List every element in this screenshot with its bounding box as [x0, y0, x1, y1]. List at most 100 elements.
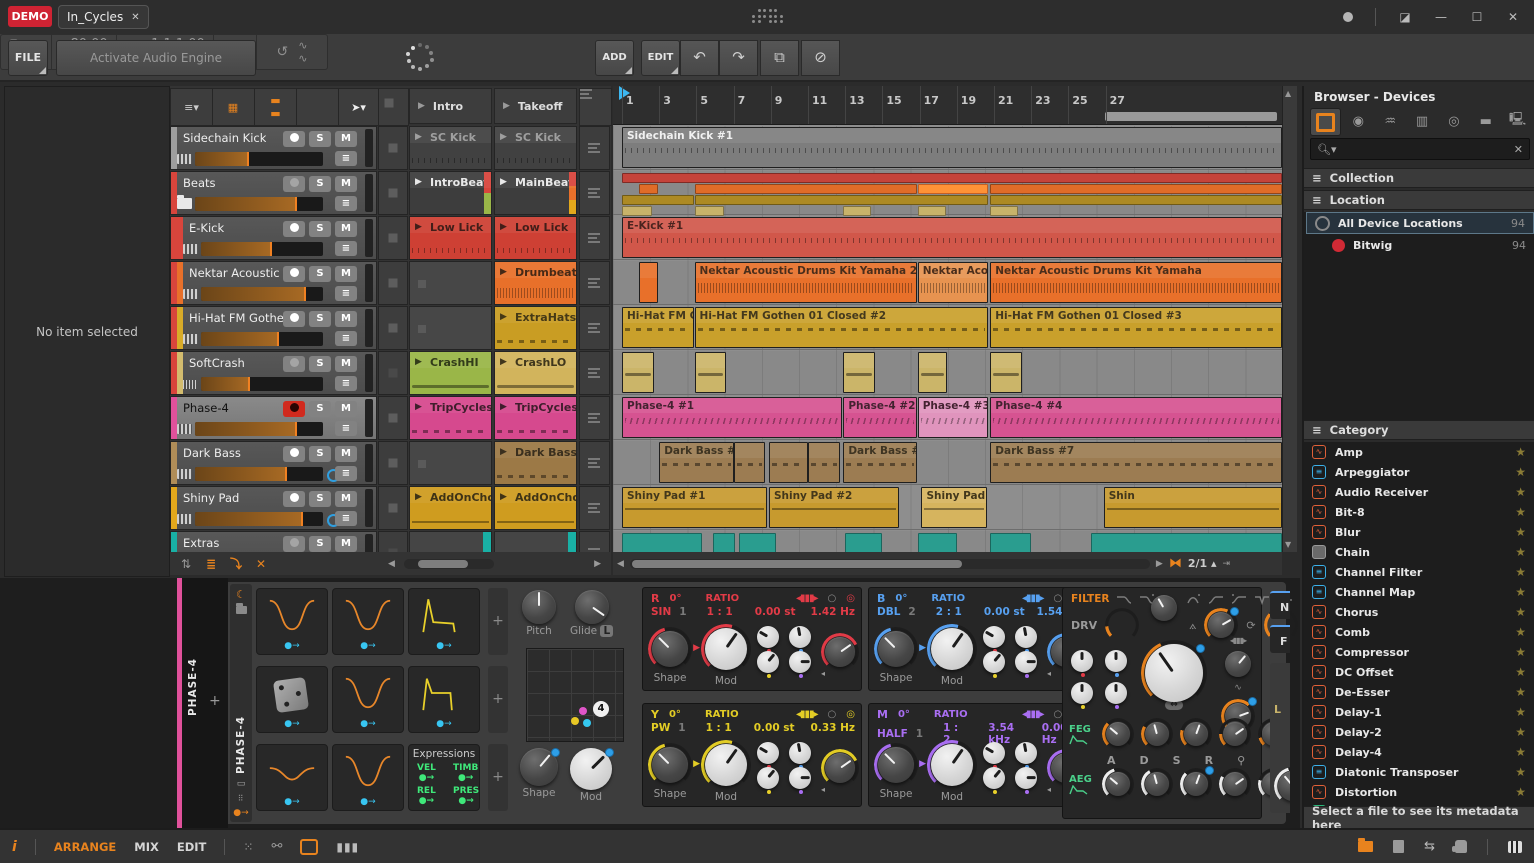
mod-route-dot[interactable]	[551, 748, 560, 757]
project-tab[interactable]: In_Cycles ✕	[58, 5, 149, 29]
launcher-hscrollbar[interactable]	[404, 559, 494, 569]
track-name[interactable]: Sidechain Kick	[183, 131, 266, 145]
op-matrix-knob[interactable]	[983, 626, 1005, 648]
filter-matrix-knob[interactable]	[1105, 650, 1127, 672]
arranger-clip[interactable]: Nektar Acoustic Drums Kit Yamaha 2 #2	[695, 262, 917, 303]
scroll-down-icon[interactable]: ▼	[1285, 540, 1291, 549]
mute-button[interactable]: M	[335, 311, 357, 327]
keytrack-icon[interactable]: ◂▮▮▮▸	[796, 593, 818, 604]
op-matrix-knob[interactable]	[1015, 742, 1037, 764]
volume-fader[interactable]	[195, 152, 323, 166]
clip-slot[interactable]: ▶SC Kick	[409, 126, 492, 170]
scene-alt-cell[interactable]	[579, 171, 610, 215]
group-lane-segment[interactable]	[695, 206, 725, 216]
link-scroll-icon[interactable]: ⧓	[1169, 556, 1182, 571]
filter-matrix-knob[interactable]	[1071, 682, 1093, 704]
track-menu-button[interactable]: ≡	[335, 511, 357, 526]
modulator-output-icon[interactable]: ●→	[436, 719, 451, 729]
track-header[interactable]: Phase-4SM≡	[170, 396, 377, 440]
feg-knob-1[interactable]	[1145, 722, 1169, 746]
keytrack-icon[interactable]: ◂▮▮▮▸	[796, 709, 818, 720]
op-num-value[interactable]: 1	[678, 722, 685, 734]
op-semitone-value[interactable]: 0.00 st	[754, 722, 795, 734]
arranger-clip[interactable]: E-Kick #1	[622, 217, 1282, 258]
track-menu-button[interactable]: ≡	[335, 421, 357, 436]
section-menu-icon[interactable]: ≡	[1312, 171, 1322, 185]
arranger-clip[interactable]	[622, 352, 654, 393]
fit-view-icon[interactable]: ⇥	[1223, 559, 1231, 569]
favorite-star-icon[interactable]: ★	[1515, 505, 1526, 519]
modulator-cell-curve-deep[interactable]: ●→	[332, 666, 404, 733]
category-item-delay-2[interactable]: ∿Delay-2★	[1304, 722, 1534, 742]
arranger-clip[interactable]: Shin	[1104, 487, 1282, 528]
group-lane-segment[interactable]	[713, 533, 735, 552]
arranger-clip[interactable]	[769, 442, 808, 483]
mute-button[interactable]: M	[335, 221, 357, 237]
clip-stop-cell[interactable]	[378, 261, 408, 305]
op-matrix-knob[interactable]	[757, 651, 779, 673]
category-item-de-esser[interactable]: ∿De-Esser★	[1304, 682, 1534, 702]
solo-button[interactable]: S	[309, 356, 331, 372]
op-shape-knob[interactable]	[878, 747, 914, 783]
scroll-right-icon[interactable]: ▶	[594, 559, 601, 569]
follow-playback-icon[interactable]: ⤵	[228, 555, 244, 572]
op-matrix-knob[interactable]	[757, 767, 779, 789]
aeg-knob-2[interactable]	[1184, 772, 1208, 796]
scene-alt-cell[interactable]	[579, 216, 610, 260]
volume-fader[interactable]	[201, 332, 323, 346]
group-lane-segment[interactable]	[990, 184, 1282, 194]
maximize-button[interactable]: ☐	[1470, 10, 1484, 24]
mute-button[interactable]: M	[335, 401, 357, 417]
clip-stop-cell[interactable]	[378, 441, 408, 485]
arranger-clip[interactable]: Phase-4 #1	[622, 397, 842, 438]
mute-button[interactable]: M	[335, 356, 357, 372]
track-menu-button[interactable]: ≡	[335, 241, 357, 256]
mono-icon[interactable]: ○	[1054, 709, 1063, 720]
category-item-chorus[interactable]: ∿Chorus★	[1304, 602, 1534, 622]
pointer-tool-button[interactable]: ➤▾	[338, 88, 379, 126]
op-matrix-knob[interactable]	[1015, 626, 1037, 648]
solo-button[interactable]: S	[309, 176, 331, 192]
record-arm-button[interactable]	[283, 131, 305, 147]
record-arm-button[interactable]	[283, 176, 305, 192]
preset-folder-icon[interactable]	[236, 606, 247, 614]
category-item-arpeggiator[interactable]: ≡Arpeggiator★	[1304, 462, 1534, 482]
record-arm-button[interactable]	[283, 401, 305, 417]
track-name[interactable]: Extras	[183, 536, 219, 550]
modulator-cell-dice[interactable]: ●→	[256, 666, 328, 733]
filter-matrix-knob[interactable]	[1105, 682, 1127, 704]
group-lane-segment[interactable]	[990, 533, 1031, 552]
browser-tab-music[interactable]: ◎	[1439, 108, 1468, 134]
modulator-cell-env-a[interactable]: ●→	[408, 588, 480, 655]
track-header[interactable]: Sidechain KickSM≡	[170, 126, 377, 170]
arranger-view-button[interactable]: ▬▬	[254, 88, 297, 126]
scroll-left-icon[interactable]: ◀	[388, 559, 395, 569]
scene-header-takeoff[interactable]: ▶ Takeoff	[494, 88, 577, 124]
operator-xy-pad[interactable]: 4	[526, 648, 624, 742]
clip-slot[interactable]: ▶Drumbeat1	[494, 261, 577, 305]
group-lane-segment[interactable]	[639, 184, 659, 194]
section-menu-icon[interactable]: ≡	[1312, 193, 1322, 207]
arranger-clip[interactable]: Dark Bass #7	[990, 442, 1282, 483]
arranger-vscrollbar[interactable]: ▲ ▼	[1282, 86, 1297, 552]
op-mode-value[interactable]: SIN	[651, 606, 671, 618]
arranger-clip[interactable]: Dark Bass #1	[659, 442, 733, 483]
touch-mode-icon[interactable]	[1455, 840, 1467, 853]
op-matrix-knob[interactable]	[789, 651, 811, 673]
mapping-dots-icon[interactable]: ⠿	[238, 794, 245, 803]
mod-route-dot[interactable]	[1196, 644, 1205, 653]
view-tab-edit[interactable]: EDIT	[177, 840, 207, 854]
clip-stop-cell[interactable]	[378, 171, 408, 215]
stop-all-clips-button[interactable]	[378, 88, 409, 126]
arranger-clip[interactable]	[918, 352, 948, 393]
aeg-knob-0[interactable]	[1106, 772, 1130, 796]
stereo-icon[interactable]: ◎	[846, 593, 855, 604]
modulator-output-icon[interactable]: ●→	[284, 719, 299, 729]
clip-stop-cell[interactable]	[378, 396, 408, 440]
mute-button[interactable]: M	[335, 446, 357, 462]
track-menu-button[interactable]: ≡	[335, 466, 357, 481]
link-icon[interactable]: ⚯	[271, 839, 282, 854]
browser-tab-devices[interactable]	[1310, 108, 1341, 136]
category-item-bit-8[interactable]: ∿Bit-8★	[1304, 502, 1534, 522]
favorite-star-icon[interactable]: ★	[1515, 685, 1526, 699]
